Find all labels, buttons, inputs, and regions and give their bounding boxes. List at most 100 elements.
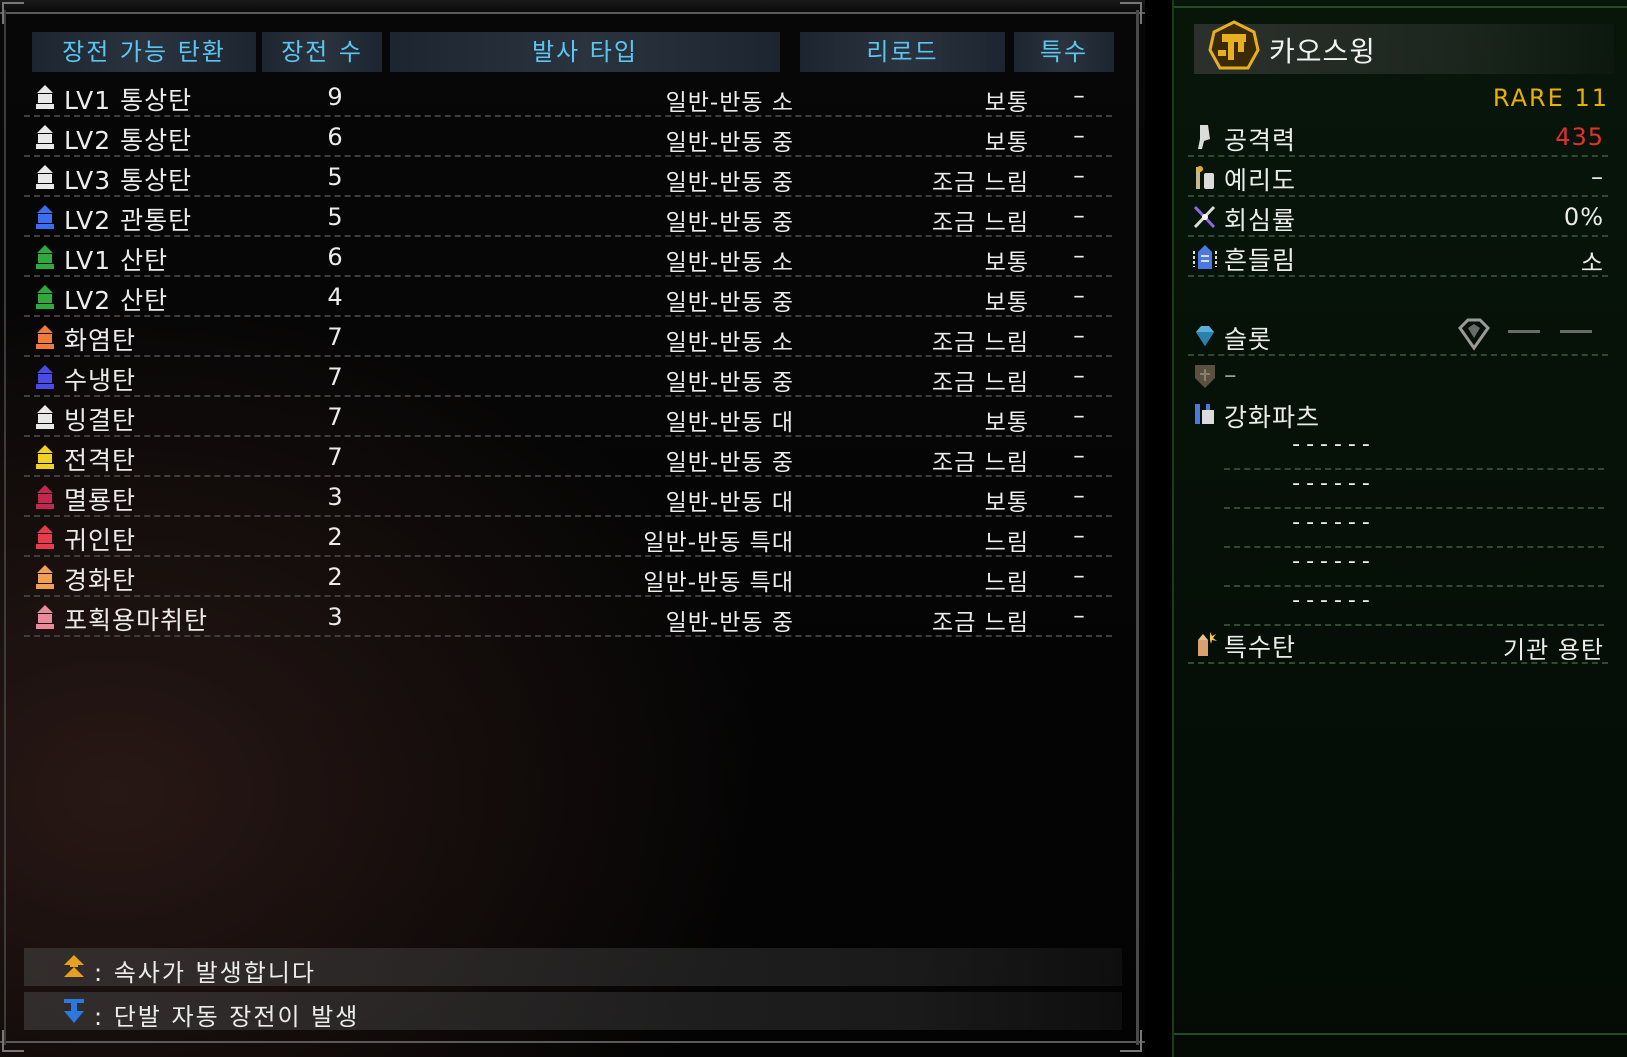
ammo-reload: 보통 <box>984 410 1029 436</box>
weapon-title-bar: 카오스윙 <box>1194 20 1614 74</box>
ammo-name: LV1 통상탄 <box>64 86 193 115</box>
stat-label: 흔들림 <box>1224 246 1297 275</box>
heavy-bowgun-emblem-icon <box>1208 20 1260 70</box>
frame-corner <box>1120 2 1142 24</box>
frame-corner <box>1120 1030 1142 1052</box>
ammo-reload: 조금 느림 <box>932 170 1029 196</box>
ammo-row[interactable]: LV3 통상탄 5 일반-반동 중 조금 느림 – <box>24 157 1112 197</box>
stat-value: – <box>1591 163 1604 191</box>
ammo-reload: 조금 느림 <box>932 610 1029 636</box>
ammo-reload: 조금 느림 <box>932 450 1029 476</box>
ammo-special: – <box>1073 163 1085 189</box>
ammo-reload: 보통 <box>984 250 1029 276</box>
ammo-row[interactable]: 귀인탄 2 일반-반동 특대 느림 – <box>24 517 1112 557</box>
ammo-name: 전격탄 <box>64 446 137 475</box>
ammo-capacity: 2 <box>327 563 343 591</box>
ammo-row[interactable]: LV1 산탄 6 일반-반동 소 보통 – <box>24 237 1112 277</box>
slot-row: 슬롯 <box>1188 316 1608 356</box>
ammo-fire-type: 일반-반동 소 <box>665 250 794 276</box>
header-reload: 리로드 <box>800 32 1005 72</box>
ammo-bullet-icon <box>36 485 54 509</box>
ammo-fire-type: 일반-반동 중 <box>665 210 794 236</box>
ammo-capacity: 9 <box>327 83 343 111</box>
custom-parts-icon <box>1195 404 1214 424</box>
stat-value: 소 <box>1580 249 1604 277</box>
ammo-fire-type: 일반-반동 소 <box>665 90 794 116</box>
ammo-bullet-icon <box>36 565 54 589</box>
ammo-bullet-icon <box>36 205 54 229</box>
ammo-fire-type: 일반-반동 중 <box>665 170 794 196</box>
ammo-bullet-icon <box>36 165 54 189</box>
deviation-icon <box>1193 245 1217 269</box>
ammo-name: 수냉탄 <box>64 366 137 395</box>
affinity-icon <box>1193 205 1216 229</box>
ammo-bullet-icon <box>36 405 54 429</box>
ammo-row[interactable]: 화염탄 7 일반-반동 소 조금 느림 – <box>24 317 1112 357</box>
ammo-bullet-icon <box>36 245 54 269</box>
weapon-name: 카오스윙 <box>1269 35 1377 68</box>
ammo-bullet-icon <box>36 365 54 389</box>
ammo-fire-type: 일반-반동 중 <box>665 610 794 636</box>
ammo-capacity: 3 <box>327 483 343 511</box>
ammo-name: 화염탄 <box>64 326 137 355</box>
stat-attack: 공격력 435 <box>1188 117 1608 157</box>
ammo-capacity: 7 <box>327 363 343 391</box>
rarity-badge: RARE 11 <box>1492 84 1609 112</box>
ammo-row[interactable]: 전격탄 7 일반-반동 중 조금 느림 – <box>24 437 1112 477</box>
stat-label: 예리도 <box>1224 166 1297 195</box>
ammo-capacity: 6 <box>327 243 343 271</box>
ammo-fire-type: 일반-반동 대 <box>665 490 794 516</box>
frame-corner <box>2 2 24 24</box>
ammo-capacity: 2 <box>327 523 343 551</box>
row-divider <box>1224 585 1604 587</box>
ammo-reload: 보통 <box>984 90 1029 116</box>
ammo-reload: 보통 <box>984 490 1029 516</box>
legend-text: : 단발 자동 장전이 발생 <box>94 1003 360 1031</box>
auto-reload-icon <box>64 999 84 1023</box>
ammo-name: 멸룡탄 <box>64 486 137 515</box>
stat-affinity: 회심률 0% <box>1188 197 1608 237</box>
legend-auto-reload: : 단발 자동 장전이 발생 <box>24 992 1122 1031</box>
slot-label: 슬롯 <box>1224 325 1273 354</box>
ammo-capacity: 7 <box>327 323 343 351</box>
panel-frame-right <box>1136 10 1139 1045</box>
header-ammo: 장전 가능 탄환 <box>32 32 256 72</box>
ammo-row[interactable]: LV2 산탄 4 일반-반동 중 보통 – <box>24 277 1112 317</box>
ammo-name: LV3 통상탄 <box>64 166 193 195</box>
parts-label: 강화파츠 <box>1224 403 1321 432</box>
ammo-row[interactable]: 빙결탄 7 일반-반동 대 보통 – <box>24 397 1112 437</box>
panel-frame-bottom <box>0 1041 1145 1051</box>
ammo-row[interactable]: LV1 통상탄 9 일반-반동 소 보통 – <box>24 77 1112 117</box>
ammo-name: LV2 통상탄 <box>64 126 193 155</box>
panel-frame-top <box>1174 0 1627 8</box>
legend-text: : 속사가 발생합니다 <box>94 959 316 987</box>
ammo-capacity: 3 <box>327 603 343 631</box>
ammo-row[interactable]: 경화탄 2 일반-반동 특대 느림 – <box>24 557 1112 597</box>
ammo-row[interactable]: 포획용마취탄 3 일반-반동 중 조금 느림 – <box>24 597 1112 637</box>
ammo-special: – <box>1073 483 1085 509</box>
ammo-row[interactable]: LV2 관통탄 5 일반-반동 중 조금 느림 – <box>24 197 1112 237</box>
ammo-row[interactable]: LV2 통상탄 6 일반-반동 중 보통 – <box>24 117 1112 157</box>
ammo-bullet-icon <box>36 525 54 549</box>
row-divider <box>1224 507 1604 509</box>
shield-icon <box>1195 365 1215 388</box>
custom-part-slot: ------ <box>1292 549 1376 574</box>
ammo-fire-type: 일반-반동 중 <box>665 450 794 476</box>
ammo-special: – <box>1073 523 1085 549</box>
ammo-fire-type: 일반-반동 중 <box>665 290 794 316</box>
ammo-name: 귀인탄 <box>64 526 137 555</box>
ammo-row[interactable]: 멸룡탄 3 일반-반동 대 보통 – <box>24 477 1112 517</box>
ammo-reload: 보통 <box>984 290 1029 316</box>
ammo-fire-type: 일반-반동 소 <box>665 330 794 356</box>
special-ammo-label: 특수탄 <box>1224 633 1297 662</box>
ammo-bullet-icon <box>36 605 54 629</box>
ammo-fire-type: 일반-반동 중 <box>665 130 794 156</box>
ammo-name: LV2 관통탄 <box>64 206 193 235</box>
rapid-fire-icon <box>64 955 84 977</box>
ammo-name: 포획용마취탄 <box>64 606 209 635</box>
decoration-slot-icon <box>1458 318 1490 351</box>
row-divider <box>1224 468 1604 470</box>
ammo-bullet-icon <box>36 285 54 309</box>
ammo-row[interactable]: 수냉탄 7 일반-반동 중 조금 느림 – <box>24 357 1112 397</box>
ammo-capacity: 4 <box>327 283 343 311</box>
